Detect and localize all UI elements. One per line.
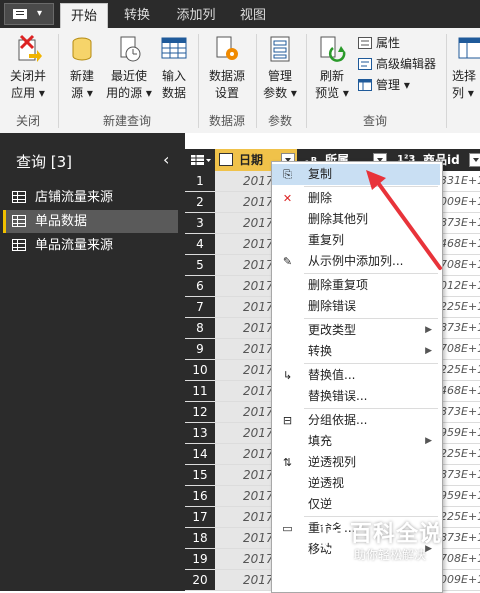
watermark: 百科全说 助你轻松解决 xyxy=(318,508,460,570)
watermark-title: 百科全说 xyxy=(350,522,443,547)
annotation-arrow xyxy=(366,170,442,270)
watermark-subtitle: 助你轻松解决 xyxy=(354,548,427,562)
watermark-logo-icon xyxy=(322,518,344,552)
